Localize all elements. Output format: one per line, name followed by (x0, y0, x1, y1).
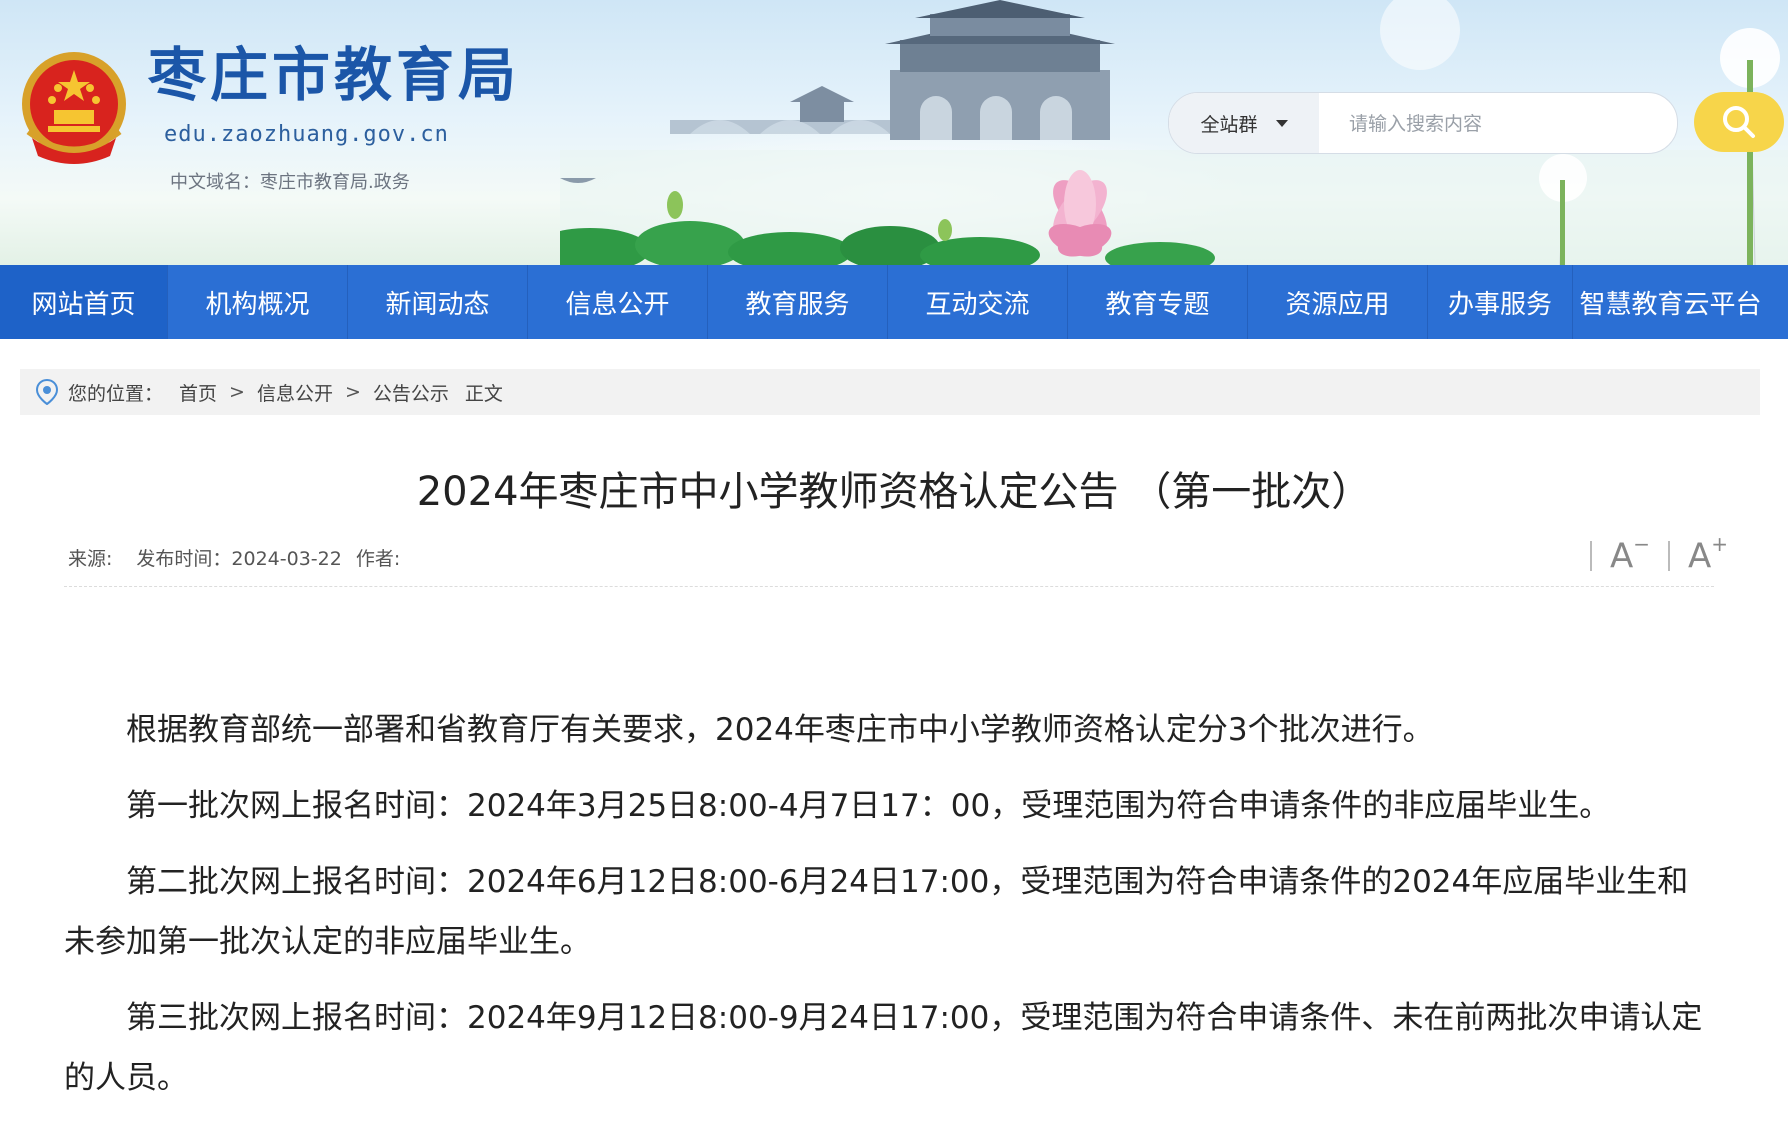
nav-item-home[interactable]: 网站首页 (0, 265, 168, 339)
article-title: 2024年枣庄市中小学教师资格认定公告 （第一批次） (416, 469, 1372, 515)
article-paragraph: 第一批次网上报名时间：2024年3月25日8:00-4月7日17：00，受理范围… (126, 788, 1611, 824)
nav-item-topics[interactable]: 教育专题 (1068, 265, 1248, 339)
article-source: 来源: (68, 548, 113, 570)
nav-item-interaction[interactable]: 互动交流 (888, 265, 1068, 339)
font-increase-label: A (1688, 536, 1712, 577)
breadcrumb-home[interactable]: 首页 (179, 379, 217, 406)
font-decrease-button[interactable]: A− (1610, 534, 1650, 573)
article-paragraph: 根据教育部统一部署和省教育厅有关要求，2024年枣庄市中小学教师资格认定分3个批… (126, 712, 1434, 748)
minus-icon: − (1633, 532, 1651, 557)
nav-item-education-services[interactable]: 教育服务 (708, 265, 888, 339)
breadcrumb-separator: > (229, 381, 245, 403)
main-nav: 网站首页 机构概况 新闻动态 信息公开 教育服务 互动交流 教育专题 资源应用 … (0, 265, 1788, 339)
nav-item-smart-edu-cloud[interactable]: 智慧教育云平台 (1573, 265, 1768, 339)
search-icon (1723, 106, 1755, 138)
breadcrumb-separator: > (344, 381, 361, 403)
search-button[interactable] (1694, 92, 1784, 152)
breadcrumb-info-disclosure[interactable]: 信息公开 (257, 379, 333, 406)
article-meta: 来源: 发布时间：2024-03-22 作者: (68, 544, 424, 571)
article-author: 作者: (355, 548, 401, 570)
article-paragraph: 第二批次网上报名时间：2024年6月12日8:00-6月24日17:00，受理范… (64, 864, 1689, 960)
chevron-down-icon (1275, 119, 1288, 127)
search-input[interactable] (1319, 93, 1677, 153)
article-paragraph: 第三批次网上报名时间：2024年9月12日8:00-9月24日17:00，受理范… (64, 1000, 1703, 1096)
meta-divider (64, 586, 1714, 587)
search-scope-dropdown[interactable]: 全站群 (1169, 93, 1319, 153)
nav-item-info-disclosure[interactable]: 信息公开 (528, 265, 708, 339)
breadcrumb-current: 正文 (464, 382, 503, 405)
breadcrumb: 您的位置： 首页 > 信息公开 > 公告公示 正文 (20, 369, 1760, 415)
nav-item-office-services[interactable]: 办事服务 (1428, 265, 1573, 339)
article-publish-time: 发布时间：2024-03-22 (136, 548, 342, 570)
search-box: 全站群 (1168, 92, 1678, 154)
breadcrumb-announcements[interactable]: 公告公示 (373, 379, 449, 406)
plus-icon: + (1711, 532, 1729, 557)
font-decrease-label: A (1610, 536, 1634, 577)
nav-item-organization[interactable]: 机构概况 (168, 265, 348, 339)
article-body: 根据教育部统一部署和省教育厅有关要求，2024年枣庄市中小学教师资格认定分3个批… (64, 700, 1714, 1124)
breadcrumb-prefix: 您的位置： (68, 382, 164, 405)
font-increase-button[interactable]: A+ (1688, 534, 1728, 573)
nav-item-resources[interactable]: 资源应用 (1248, 265, 1428, 339)
national-emblem-icon (22, 52, 126, 164)
search-scope-label: 全站群 (1200, 113, 1258, 136)
site-title: 枣庄市教育局 (148, 41, 521, 109)
site-cn-domain: 中文域名：枣庄市教育局.政务 (170, 172, 410, 193)
site-domain: edu.zaozhuang.gov.cn (164, 122, 449, 147)
divider (1668, 541, 1671, 571)
location-pin-icon (36, 379, 58, 405)
font-size-tools: A− A+ (1572, 534, 1728, 576)
header-banner: 枣庄市教育局 edu.zaozhuang.gov.cn 中文域名：枣庄市教育局.… (0, 0, 1788, 265)
divider (1590, 541, 1592, 571)
nav-item-news[interactable]: 新闻动态 (348, 265, 528, 339)
